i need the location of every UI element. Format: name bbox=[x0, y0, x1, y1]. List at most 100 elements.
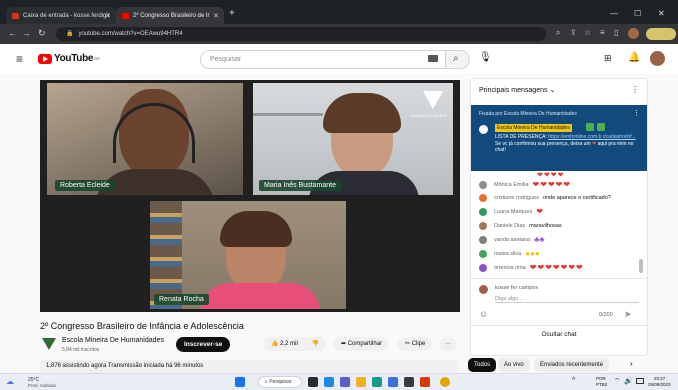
language-indicator[interactable]: POR bbox=[596, 376, 606, 381]
close-icon[interactable]: ✕ bbox=[213, 12, 219, 20]
share-button[interactable]: ➦ Compartilhar bbox=[334, 337, 390, 351]
more-actions-button[interactable]: ··· bbox=[440, 337, 456, 351]
heart-emoji-icon: ❤❤❤❤❤❤❤ bbox=[529, 263, 584, 272]
user-avatar bbox=[479, 285, 488, 294]
check-emoji-icon bbox=[586, 123, 594, 131]
url-text: youtube.com/watch?v=OEAwu94HTR4 bbox=[78, 31, 183, 37]
clip-button[interactable]: ✂ Clipe bbox=[398, 337, 433, 351]
participant-tile-2: HUMANIDADES Maria Inês Bustamante bbox=[253, 83, 453, 195]
window-close-icon[interactable]: ✕ bbox=[658, 9, 665, 18]
avatar bbox=[479, 235, 487, 244]
chrome-icon[interactable] bbox=[440, 377, 450, 387]
clock-date: 25/09/2023 bbox=[648, 382, 671, 387]
channel-name[interactable]: Escola Mineira De Humanidades bbox=[62, 337, 164, 344]
pinned-more-icon[interactable]: ⋮ bbox=[633, 109, 640, 117]
chat-message: ortencia rima ❤❤❤❤❤❤❤ bbox=[479, 262, 584, 273]
clock-time[interactable]: 20:27 bbox=[654, 376, 665, 381]
chevron-up-icon[interactable]: ^ bbox=[572, 377, 575, 384]
account-avatar[interactable] bbox=[650, 51, 665, 66]
battery-icon[interactable] bbox=[636, 378, 644, 384]
pinned-message: Fixada por Escola Mineira De Humanidades… bbox=[471, 105, 647, 171]
search-input[interactable]: Pesquisar bbox=[200, 50, 446, 69]
bell-icon[interactable]: 🔔 bbox=[628, 52, 640, 63]
participant-name-tag: Maria Inês Bustamante bbox=[259, 180, 341, 191]
heart-emoji-icon: ❤ bbox=[536, 207, 544, 216]
tab-youtube[interactable]: 2º Congresso Brasileiro de Ir ✕ bbox=[116, 7, 224, 24]
chat-author: Daniele Dias bbox=[494, 222, 526, 229]
microphone-icon[interactable]: 🎙 bbox=[479, 52, 492, 63]
thumbs-up-icon: 👍 bbox=[271, 341, 279, 347]
wifi-icon[interactable]: ⌔ bbox=[614, 377, 621, 386]
windows-start-icon[interactable] bbox=[235, 377, 245, 387]
dislike-icon[interactable]: 👎 bbox=[312, 341, 319, 347]
description-box[interactable]: 1.876 assistindo agora Transmissão inici… bbox=[40, 360, 458, 373]
youtube-logo-text: YouTube bbox=[54, 53, 94, 64]
profile-chip[interactable] bbox=[646, 28, 676, 40]
forward-icon[interactable]: → bbox=[22, 28, 31, 38]
subscriber-count: 5,84 mil inscritos bbox=[62, 347, 100, 353]
store-icon[interactable] bbox=[388, 377, 398, 387]
back-icon[interactable]: ← bbox=[8, 28, 17, 38]
chat-author: Luana Marques bbox=[494, 208, 533, 215]
reload-icon[interactable]: ↻ bbox=[38, 28, 46, 39]
youtube-logo[interactable]: YouTube BR bbox=[38, 53, 100, 64]
chip-recent[interactable]: Enviados recentemente bbox=[534, 358, 610, 372]
chip-live[interactable]: Ao vivo bbox=[498, 358, 530, 372]
create-icon[interactable]: ⊞ bbox=[604, 53, 612, 64]
like-button[interactable]: 👍 2,2 mil 👎 bbox=[264, 337, 326, 351]
keyboard-icon[interactable] bbox=[428, 55, 438, 62]
youtube-play-icon bbox=[38, 53, 52, 64]
avatar[interactable] bbox=[628, 28, 639, 39]
share-icon[interactable]: ⇪ bbox=[570, 28, 577, 37]
tab-gmail[interactable]: Caixa de entrada - kosse.ferdigir ✕ bbox=[6, 7, 116, 24]
hide-chat-button[interactable]: Ocultar chat bbox=[471, 331, 647, 338]
windows-taskbar: ☁ 25°C Pred. nublado ⌕ Pesquisar ^ POR P… bbox=[0, 373, 678, 390]
bookshelf bbox=[150, 201, 182, 309]
emoji-icon[interactable]: ☺ bbox=[479, 309, 488, 319]
chat-input-divider bbox=[471, 278, 647, 279]
url-input[interactable]: 🔒 youtube.com/watch?v=OEAwu94HTR4 bbox=[56, 27, 546, 41]
media-icon[interactable] bbox=[404, 377, 414, 387]
edge-icon[interactable] bbox=[372, 377, 382, 387]
file-explorer-icon[interactable] bbox=[356, 377, 366, 387]
widgets-icon[interactable] bbox=[324, 377, 334, 387]
pinned-author: Escola Mineira De Humanidades bbox=[495, 124, 572, 132]
heart-emoji-icon: ❤❤❤❤❤ bbox=[532, 180, 572, 189]
close-icon[interactable]: ✕ bbox=[105, 12, 111, 20]
youtube-logo-region: BR bbox=[94, 56, 100, 61]
task-view-icon[interactable] bbox=[308, 377, 318, 387]
avatar bbox=[479, 221, 487, 230]
channel-logo-icon[interactable] bbox=[42, 338, 56, 350]
weather-icon[interactable]: ☁ bbox=[6, 377, 14, 386]
subscribe-button[interactable]: Inscrever-se bbox=[176, 337, 231, 352]
pinned-link[interactable]: https://emhonline.com.b r/cadastro/inf..… bbox=[548, 134, 636, 140]
more-vert-icon[interactable]: ⋮ bbox=[631, 85, 639, 94]
participant-hair bbox=[323, 93, 401, 133]
sidepanel-icon[interactable]: ▯ bbox=[614, 28, 618, 37]
star-icon[interactable]: ☆ bbox=[584, 28, 591, 37]
menu-icon[interactable]: ≡ bbox=[16, 52, 23, 66]
maximize-icon[interactable]: ☐ bbox=[634, 9, 641, 18]
minimize-icon[interactable]: — bbox=[610, 9, 618, 18]
check-emoji-icon bbox=[597, 123, 605, 131]
search-icon[interactable]: ⌕ bbox=[556, 28, 560, 38]
participant-tile-1: Roberta Ecleide bbox=[47, 83, 243, 195]
chip-all[interactable]: Todos bbox=[468, 358, 497, 372]
chat-mode-selector[interactable]: Principais mensagens ⌄ bbox=[479, 86, 555, 94]
taskbar-search[interactable]: ⌕ Pesquisar bbox=[258, 376, 302, 388]
channel-logo-icon bbox=[479, 125, 488, 134]
chat-scrollbar[interactable] bbox=[639, 259, 643, 273]
watermark-text: HUMANIDADES bbox=[411, 113, 447, 118]
extensions-icon[interactable]: ≡ bbox=[600, 28, 605, 37]
search-button[interactable]: ⌕ bbox=[446, 50, 470, 69]
chevron-right-icon[interactable]: › bbox=[630, 359, 633, 368]
teams-icon[interactable] bbox=[340, 377, 350, 387]
chat-message: vanda santana ♣♣ bbox=[479, 234, 545, 245]
chat-message-input[interactable]: Diga algo... bbox=[495, 293, 639, 303]
office-icon[interactable] bbox=[420, 377, 430, 387]
volume-icon[interactable]: 🔊 bbox=[624, 377, 633, 385]
new-tab-button[interactable]: + bbox=[229, 8, 235, 19]
send-icon[interactable]: ➤ bbox=[624, 309, 632, 320]
gmail-icon bbox=[12, 12, 19, 19]
video-player[interactable]: Roberta Ecleide HUMANIDADES Maria Inês B… bbox=[40, 80, 460, 312]
